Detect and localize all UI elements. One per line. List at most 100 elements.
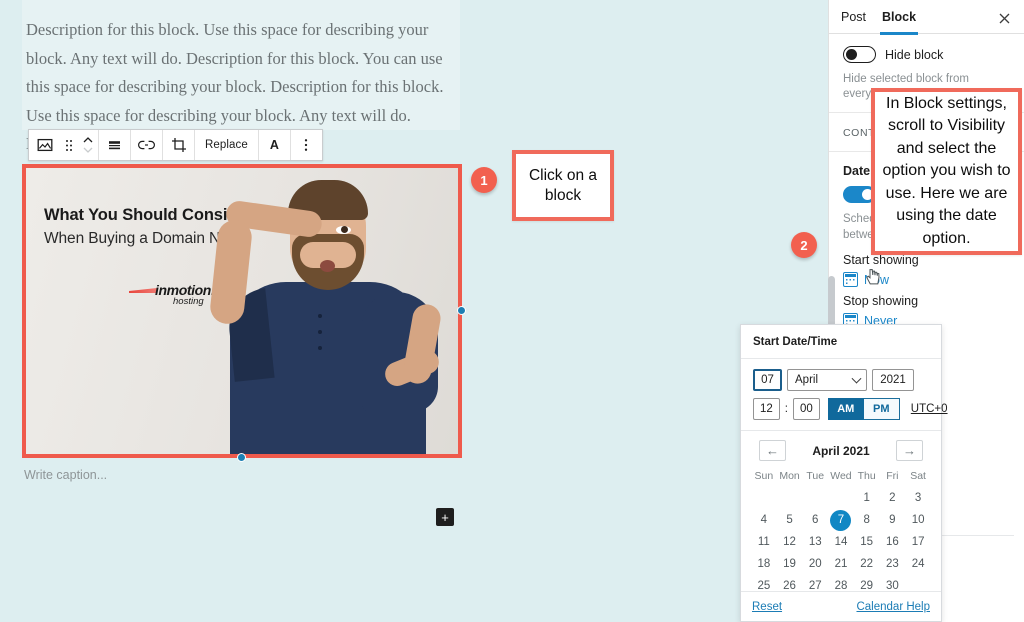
- annotation-callout-2: In Block settings, scroll to Visibility …: [871, 88, 1022, 255]
- move-up-down-icon[interactable]: [78, 130, 98, 160]
- calendar-week-row: 4 5 6 7 8 9 10: [751, 509, 931, 531]
- calendar-nav: ← April 2021 →: [751, 440, 931, 467]
- drag-handle-icon[interactable]: [60, 130, 78, 160]
- calendar-weekday: Tue: [806, 470, 825, 482]
- resize-handle-bottom[interactable]: [237, 453, 246, 462]
- toolbar-group-replace: Replace: [195, 130, 259, 160]
- day-input[interactable]: 07: [753, 369, 782, 391]
- start-datetime-popover: Start Date/Time 07 April 2021 12 : 00 AM…: [740, 324, 948, 622]
- calendar-weekday: Mon: [779, 470, 800, 482]
- crop-icon[interactable]: [163, 130, 194, 160]
- tab-block[interactable]: Block: [880, 0, 919, 35]
- calendar-day[interactable]: 16: [880, 531, 906, 553]
- calendar-day[interactable]: 2: [880, 487, 906, 509]
- toolbar-group-link: [131, 130, 163, 160]
- calendar-day[interactable]: 21: [828, 553, 854, 575]
- calendar-weekday: Wed: [830, 470, 852, 482]
- toolbar-group-text: A: [259, 130, 291, 160]
- resize-handle-right[interactable]: [457, 306, 466, 315]
- arrow-left-icon[interactable]: ←: [759, 440, 786, 461]
- tab-post[interactable]: Post: [841, 0, 866, 34]
- start-showing-label: Start showing: [843, 253, 919, 267]
- image-block-selected[interactable]: What You Should Consider When Buying a D…: [22, 164, 466, 462]
- add-block-button[interactable]: +: [436, 508, 454, 526]
- image-icon[interactable]: [29, 130, 60, 160]
- year-input[interactable]: 2021: [872, 369, 914, 391]
- close-icon[interactable]: [994, 8, 1014, 28]
- datepicker-footer: Reset Calendar Help: [741, 591, 941, 621]
- stop-showing-label: Stop showing: [843, 294, 919, 308]
- arrow-right-icon[interactable]: →: [896, 440, 923, 461]
- calendar-day[interactable]: 17: [905, 531, 931, 553]
- hide-block-toggle[interactable]: [843, 46, 876, 63]
- calendar-week-row: 123: [751, 487, 931, 509]
- image-content: What You Should Consider When Buying a D…: [26, 168, 458, 454]
- time-row: 12 : 00 AM PM UTC+0: [753, 398, 948, 420]
- datepicker-fields: 07 April 2021 12 : 00 AM PM UTC+0: [741, 359, 948, 431]
- calendar-day[interactable]: 24: [905, 553, 931, 575]
- hour-input[interactable]: 12: [753, 398, 780, 420]
- calendar-day[interactable]: 11: [751, 531, 777, 553]
- calendar-weekday: Fri: [886, 470, 899, 482]
- calendar-day[interactable]: 9: [880, 509, 906, 531]
- calendar-day-empty: [802, 487, 828, 509]
- calendar-month-label: April 2021: [812, 443, 870, 458]
- calendar-day[interactable]: 19: [777, 553, 803, 575]
- calendar-day[interactable]: 4: [751, 509, 777, 531]
- month-select-value: April: [795, 374, 819, 386]
- calendar-weekday: Sun: [754, 470, 774, 482]
- more-options-icon[interactable]: [291, 130, 322, 160]
- calendar-day[interactable]: 13: [802, 531, 828, 553]
- calendar-day[interactable]: 22: [854, 553, 880, 575]
- calendar-day[interactable]: 3: [905, 487, 931, 509]
- pm-button[interactable]: PM: [863, 398, 900, 420]
- calendar-day[interactable]: 5: [777, 509, 803, 531]
- text-format-button[interactable]: A: [259, 130, 290, 160]
- calendar-day[interactable]: 15: [854, 531, 880, 553]
- reset-link[interactable]: Reset: [752, 601, 782, 613]
- calendar-weekday: Sat: [910, 470, 926, 482]
- calendar-day[interactable]: 6: [802, 509, 828, 531]
- image-caption-input[interactable]: Write caption...: [24, 468, 107, 482]
- block-toolbar[interactable]: Replace A: [28, 129, 323, 161]
- month-select[interactable]: April: [787, 369, 867, 391]
- hide-block-label: Hide block: [885, 47, 944, 62]
- timezone-label[interactable]: UTC+0: [911, 403, 948, 415]
- replace-button[interactable]: Replace: [195, 130, 258, 160]
- calendar-grid: Sun Mon Tue Wed Thu Fri Sat 1 2 3 4 5 6 7 8 9 10 11 12 13 1…: [751, 467, 931, 597]
- hide-block-row: Hide block: [843, 46, 1010, 63]
- calendar-weekday: Thu: [857, 470, 876, 482]
- annotation-callout-1: Click on a block: [512, 150, 614, 221]
- calendar-day[interactable]: 23: [880, 553, 906, 575]
- calendar-day[interactable]: 1: [854, 487, 880, 509]
- align-icon[interactable]: [99, 130, 130, 160]
- calendar-day[interactable]: 18: [751, 553, 777, 575]
- chevron-down-icon: [851, 373, 862, 384]
- calendar-day[interactable]: 8: [854, 509, 880, 531]
- toolbar-group-crop: [163, 130, 195, 160]
- calendar: ← April 2021 → Sun Mon Tue Wed Thu Fri Sat 123…: [741, 431, 941, 597]
- calendar-help-link[interactable]: Calendar Help: [856, 601, 930, 613]
- logo-swoosh-icon: [129, 288, 157, 293]
- calendar-day[interactable]: 7: [828, 509, 854, 531]
- calendar-week-row: 18 19 20 21 22 23 24: [751, 553, 931, 575]
- toolbar-group-block: [29, 130, 99, 160]
- calendar-week-row: 11 12 13 14 15 16 17: [751, 531, 931, 553]
- calendar-day[interactable]: 10: [905, 509, 931, 531]
- link-icon[interactable]: [131, 130, 162, 160]
- minute-input[interactable]: 00: [793, 398, 820, 420]
- calendar-day[interactable]: 20: [802, 553, 828, 575]
- annotation-badge-1: 1: [471, 167, 497, 193]
- calendar-day-rows: 1 2 3 4 5 6 7 8 9 10 11 12 13 14 15 16 17 18 19 20 21 22 23 24 2…: [751, 487, 931, 597]
- cursor-pointer-icon: [866, 268, 881, 286]
- am-button[interactable]: AM: [827, 398, 864, 420]
- datepicker-title: Start Date/Time: [741, 325, 941, 359]
- calendar-day[interactable]: 14: [828, 531, 854, 553]
- photo-person: [208, 168, 458, 454]
- calendar-day-empty: [777, 487, 803, 509]
- calendar-day[interactable]: 12: [777, 531, 803, 553]
- calendar-weekday-row: Sun Mon Tue Wed Thu Fri Sat: [751, 467, 931, 487]
- calendar-day-empty: [751, 487, 777, 509]
- calendar-day-selected[interactable]: 7: [830, 509, 852, 531]
- toolbar-group-align: [99, 130, 131, 160]
